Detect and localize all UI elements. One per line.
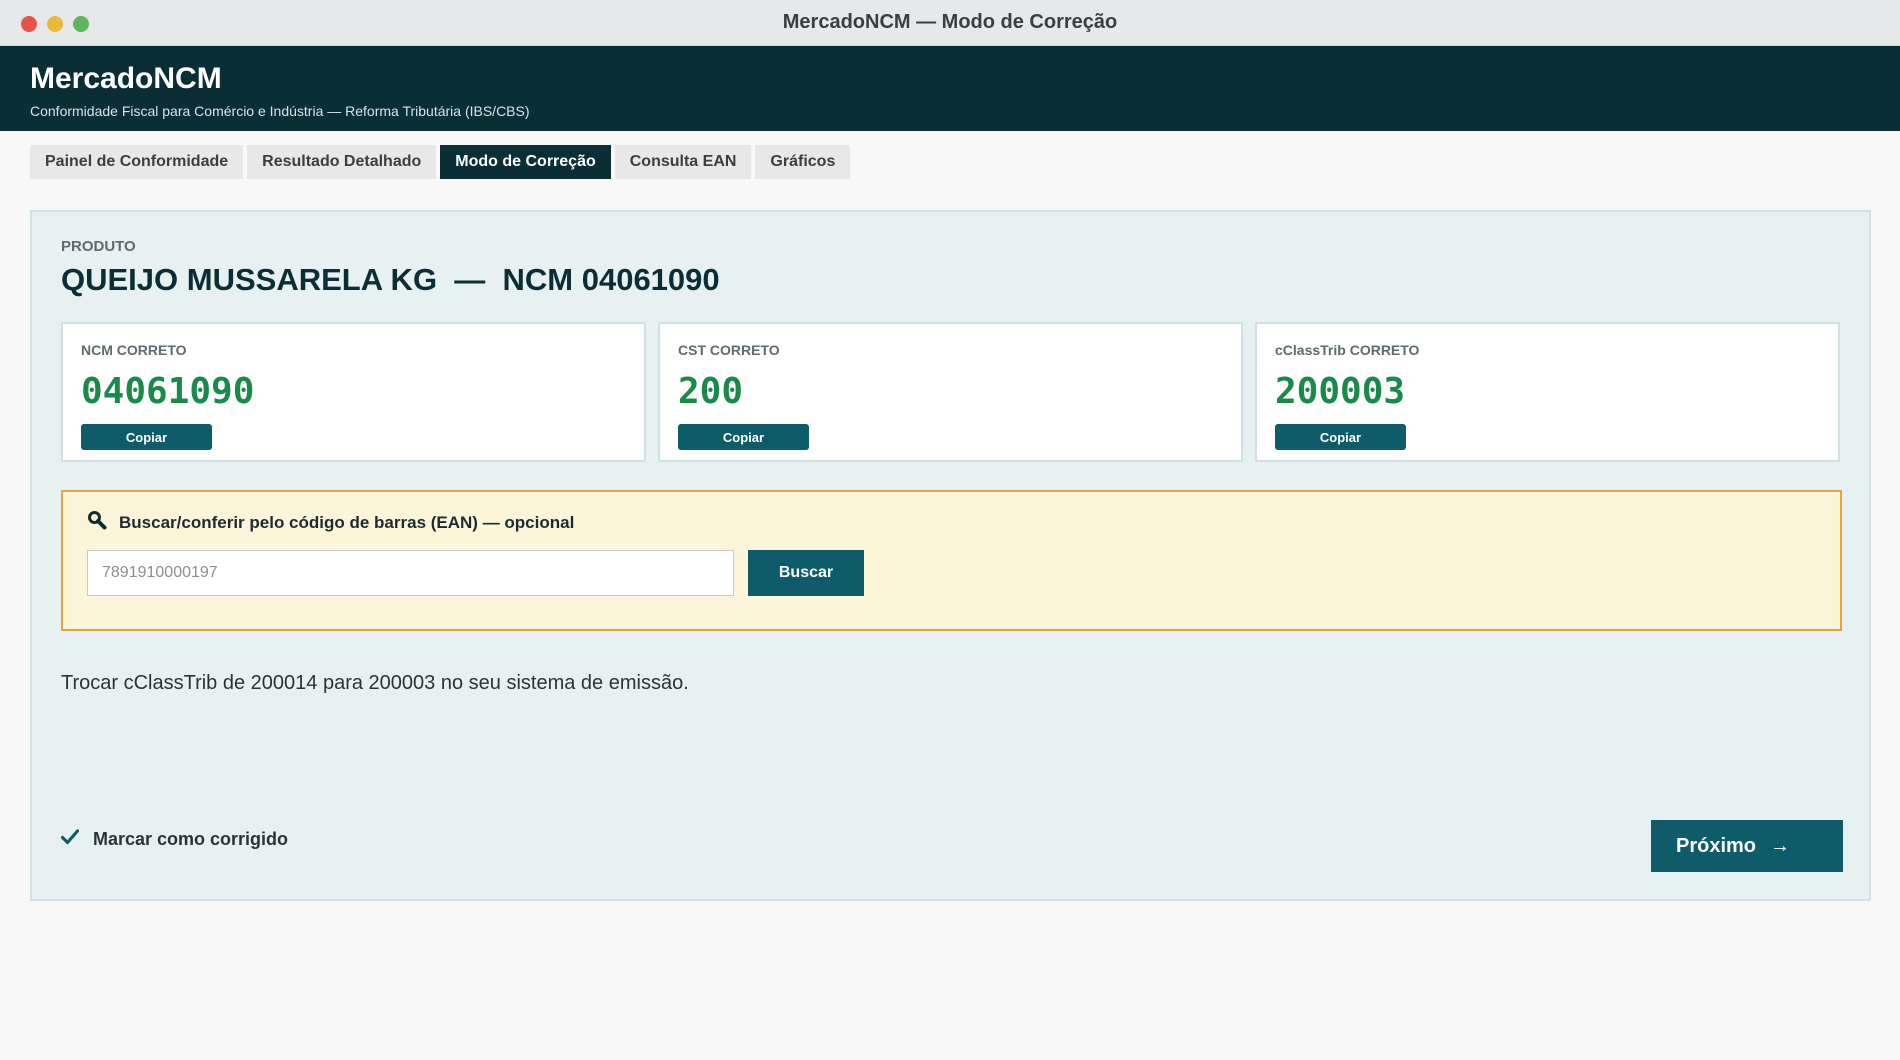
product-label: PRODUTO (61, 238, 136, 255)
window-title: MercadoNCM — Modo de Correção (782, 11, 1118, 33)
arrow-right-icon: → (1770, 834, 1791, 857)
magnifier-icon (87, 510, 107, 535)
copy-cclasstrib-button[interactable]: Copiar (1275, 424, 1406, 450)
cclasstrib-card-value: 200003 (1275, 371, 1406, 412)
tab-graficos[interactable]: Gráficos (755, 145, 851, 179)
next-button-label: Próximo (1676, 834, 1757, 857)
tab-resultado-detalhado[interactable]: Resultado Detalhado (247, 145, 437, 179)
tab-bar: Painel de Conformidade Resultado Detalha… (30, 145, 851, 179)
mark-corrected-toggle[interactable]: Marcar como corrigido (60, 829, 289, 850)
ean-search-title: Buscar/conferir pelo código de barras (E… (119, 512, 575, 532)
tab-modo-de-correcao[interactable]: Modo de Correção (440, 145, 611, 179)
tab-painel-de-conformidade[interactable]: Painel de Conformidade (30, 145, 244, 179)
window-controls (21, 16, 89, 32)
mark-corrected-label: Marcar como corrigido (93, 829, 289, 849)
app-name: MercadoNCM (30, 62, 222, 95)
copy-ncm-button[interactable]: Copiar (81, 424, 212, 450)
tab-consulta-ean[interactable]: Consulta EAN (614, 145, 752, 179)
copy-cst-button[interactable]: Copiar (678, 424, 809, 450)
checkmark-icon (60, 829, 80, 850)
correction-panel: PRODUTO QUEIJO MUSSARELA KG — NCM 040610… (30, 210, 1871, 901)
ncm-card-value: 04061090 (81, 371, 255, 412)
maximize-window-button[interactable] (73, 16, 89, 32)
ean-input[interactable] (87, 550, 734, 596)
correct-values-cards: NCM CORRETO 04061090 Copiar CST CORRETO … (61, 322, 1840, 462)
app-subtitle: Conformidade Fiscal para Comércio e Indú… (30, 103, 530, 119)
product-title: QUEIJO MUSSARELA KG — NCM 04061090 (61, 262, 720, 297)
search-ean-button[interactable]: Buscar (748, 550, 864, 596)
window-titlebar: MercadoNCM — Modo de Correção (0, 0, 1900, 46)
correction-instruction: Trocar cClassTrib de 200014 para 200003 … (61, 672, 689, 694)
app-header: MercadoNCM Conformidade Fiscal para Comé… (0, 46, 1900, 131)
minimize-window-button[interactable] (47, 16, 63, 32)
close-window-button[interactable] (21, 16, 37, 32)
ncm-card-label: NCM CORRETO (81, 342, 187, 358)
cst-card-value: 200 (678, 371, 744, 412)
cst-card-label: CST CORRETO (678, 342, 780, 358)
ncm-card: NCM CORRETO 04061090 Copiar (61, 322, 646, 462)
ean-search-box: Buscar/conferir pelo código de barras (E… (61, 490, 1842, 631)
cst-card: CST CORRETO 200 Copiar (658, 322, 1243, 462)
cclasstrib-card-label: cClassTrib CORRETO (1275, 342, 1420, 358)
ean-search-header: Buscar/conferir pelo código de barras (E… (87, 510, 574, 535)
cclasstrib-card: cClassTrib CORRETO 200003 Copiar (1255, 322, 1840, 462)
next-button[interactable]: Próximo → (1651, 820, 1843, 872)
